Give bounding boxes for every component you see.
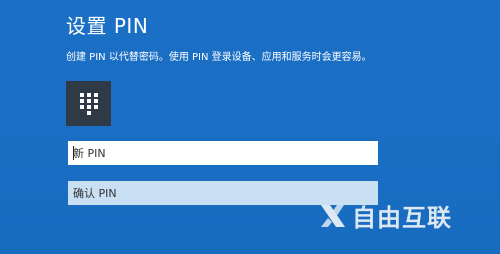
x-logo-icon: [318, 201, 348, 231]
new-pin-input[interactable]: [68, 141, 378, 165]
watermark-text: 自由互联: [352, 204, 452, 232]
keypad-icon: [78, 92, 100, 116]
page-description: 创建 PIN 以代替密码。使用 PIN 登录设备、应用和服务时会更容易。: [66, 52, 372, 63]
pin-tile: [66, 81, 111, 126]
watermark: 自由互联: [318, 198, 452, 233]
page-title: 设置 PIN: [66, 14, 149, 38]
set-pin-dialog: 设置 PIN 创建 PIN 以代替密码。使用 PIN 登录设备、应用和服务时会更…: [0, 0, 500, 254]
text-caret: [73, 146, 74, 160]
